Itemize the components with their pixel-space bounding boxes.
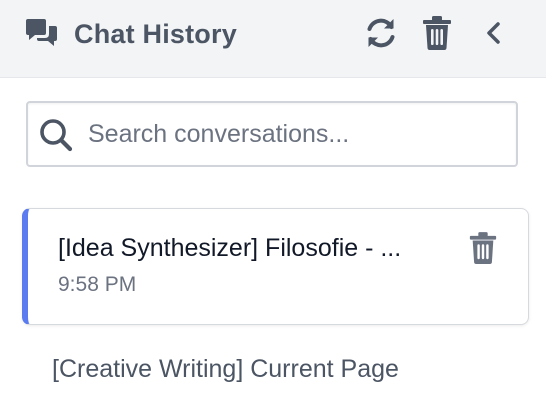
search-icon	[38, 117, 74, 153]
collapse-sidebar-button[interactable]	[474, 16, 512, 54]
delete-all-button[interactable]	[418, 15, 456, 56]
refresh-button[interactable]	[362, 16, 400, 54]
chat-history-header: Chat History	[0, 0, 546, 78]
chat-history-panel: Chat History Search conversations... [Id…	[0, 0, 546, 394]
conversation-item-active[interactable]: [Idea Synthesizer] Filosofie - ... 9:58 …	[22, 208, 529, 325]
chat-bubbles-icon	[24, 17, 60, 51]
refresh-icon	[363, 15, 399, 56]
conversation-title: [Idea Synthesizer] Filosofie - ...	[58, 234, 402, 262]
trash-icon	[468, 231, 498, 270]
conversation-item[interactable]: [Creative Writing] Current Page	[52, 352, 522, 386]
conversation-time: 9:58 PM	[58, 273, 137, 296]
page-title: Chat History	[74, 19, 237, 49]
search-input[interactable]	[88, 109, 508, 159]
chevron-left-icon	[483, 19, 503, 52]
trash-icon	[421, 15, 453, 56]
search-box	[26, 101, 518, 167]
delete-conversation-button[interactable]	[464, 231, 502, 269]
